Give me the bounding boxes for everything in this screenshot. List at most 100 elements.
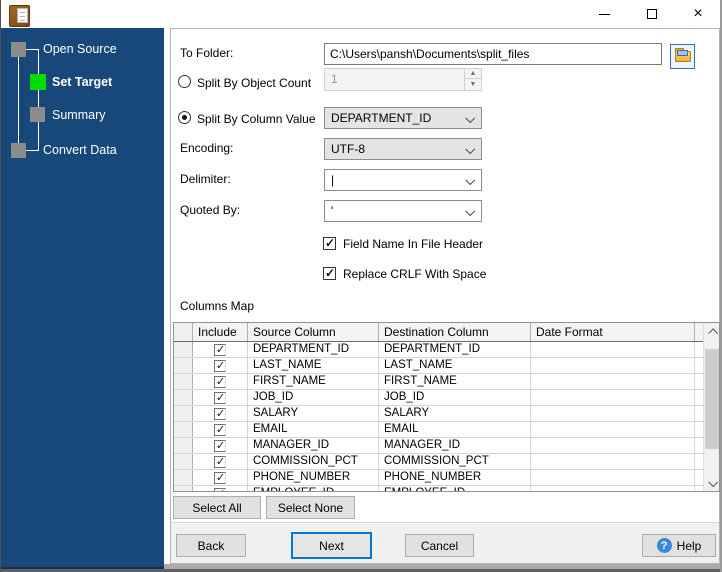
spinner-buttons[interactable]: ▲ ▼ — [464, 69, 481, 90]
include-checkbox[interactable] — [214, 487, 226, 491]
destination-column-cell[interactable]: FIRST_NAME — [379, 374, 531, 389]
destination-column-cell[interactable]: COMMISSION_PCT — [379, 454, 531, 469]
destination-column-cell[interactable]: PHONE_NUMBER — [379, 470, 531, 485]
row-header-cell[interactable] — [174, 374, 193, 389]
destination-column-cell[interactable]: DEPARTMENT_ID — [379, 342, 531, 357]
include-checkbox[interactable] — [214, 375, 226, 388]
row-header-cell[interactable] — [174, 406, 193, 421]
include-cell[interactable] — [193, 486, 248, 491]
destination-column-cell[interactable]: EMPLOYEE_ID — [379, 486, 531, 491]
replace-crlf-checkbox[interactable] — [323, 266, 336, 280]
table-row[interactable]: JOB_IDJOB_ID — [174, 390, 705, 406]
date-format-cell[interactable] — [531, 454, 695, 469]
source-column-cell[interactable]: EMPLOYEE_ID — [248, 486, 379, 491]
split-column-select[interactable]: DEPARTMENT_ID — [324, 107, 482, 129]
source-column-cell[interactable]: JOB_ID — [248, 390, 379, 405]
row-header-cell[interactable] — [174, 486, 193, 491]
table-scrollbar[interactable] — [703, 323, 719, 491]
include-checkbox[interactable] — [214, 423, 226, 436]
include-cell[interactable] — [193, 454, 248, 469]
column-header-destination[interactable]: Destination Column — [379, 323, 531, 341]
date-format-cell[interactable] — [531, 358, 695, 373]
source-column-cell[interactable]: PHONE_NUMBER — [248, 470, 379, 485]
table-row[interactable]: DEPARTMENT_IDDEPARTMENT_ID — [174, 342, 705, 358]
maximize-button[interactable] — [635, 0, 669, 28]
include-cell[interactable] — [193, 390, 248, 405]
source-column-cell[interactable]: LAST_NAME — [248, 358, 379, 373]
include-cell[interactable] — [193, 438, 248, 453]
row-header-cell[interactable] — [174, 470, 193, 485]
source-column-cell[interactable]: DEPARTMENT_ID — [248, 342, 379, 357]
date-format-cell[interactable] — [531, 470, 695, 485]
include-checkbox[interactable] — [214, 471, 226, 484]
object-count-spinner[interactable]: 1 ▲ ▼ — [324, 68, 482, 91]
date-format-cell[interactable] — [531, 438, 695, 453]
select-all-button[interactable]: Select All — [173, 496, 261, 519]
include-cell[interactable] — [193, 406, 248, 421]
table-row[interactable]: COMMISSION_PCTCOMMISSION_PCT — [174, 454, 705, 470]
date-format-cell[interactable] — [531, 486, 695, 491]
field-name-in-header-checkbox[interactable] — [323, 236, 336, 250]
source-column-cell[interactable]: COMMISSION_PCT — [248, 454, 379, 469]
row-header-cell[interactable] — [174, 454, 193, 469]
include-checkbox[interactable] — [214, 455, 226, 468]
include-checkbox[interactable] — [214, 439, 226, 452]
source-column-cell[interactable]: EMAIL — [248, 422, 379, 437]
column-header-date-format[interactable]: Date Format — [531, 323, 695, 341]
table-row[interactable]: LAST_NAMELAST_NAME — [174, 358, 705, 374]
row-header-cell[interactable] — [174, 358, 193, 373]
date-format-cell[interactable] — [531, 342, 695, 357]
column-header-source[interactable]: Source Column — [248, 323, 379, 341]
destination-column-cell[interactable]: LAST_NAME — [379, 358, 531, 373]
row-header-cell[interactable] — [174, 438, 193, 453]
back-button[interactable]: Back — [176, 534, 246, 557]
scrollbar-thumb[interactable] — [705, 349, 719, 449]
date-format-cell[interactable] — [531, 422, 695, 437]
include-cell[interactable] — [193, 342, 248, 357]
help-button[interactable]: ? Help — [642, 534, 716, 557]
table-row[interactable]: EMPLOYEE_IDEMPLOYEE_ID — [174, 486, 705, 491]
table-row[interactable]: EMAILEMAIL — [174, 422, 705, 438]
to-folder-input[interactable] — [324, 43, 662, 65]
date-format-cell[interactable] — [531, 374, 695, 389]
source-column-cell[interactable]: FIRST_NAME — [248, 374, 379, 389]
date-format-cell[interactable] — [531, 406, 695, 421]
include-checkbox[interactable] — [214, 391, 226, 404]
row-header-cell[interactable] — [174, 422, 193, 437]
cancel-button[interactable]: Cancel — [405, 534, 474, 557]
source-column-cell[interactable]: MANAGER_ID — [248, 438, 379, 453]
quoted-by-combobox[interactable]: ' — [324, 200, 482, 222]
include-checkbox[interactable] — [214, 343, 226, 356]
include-checkbox[interactable] — [214, 407, 226, 420]
split-by-column-value-radio[interactable] — [178, 111, 191, 124]
close-button[interactable]: × — [681, 0, 715, 28]
split-by-object-count-radio[interactable] — [178, 75, 191, 88]
spinner-down-icon[interactable]: ▼ — [465, 79, 481, 89]
scroll-down-icon[interactable] — [704, 474, 719, 491]
include-cell[interactable] — [193, 358, 248, 373]
next-button[interactable]: Next — [291, 532, 372, 559]
destination-column-cell[interactable]: EMAIL — [379, 422, 531, 437]
date-format-cell[interactable] — [531, 390, 695, 405]
table-row[interactable]: PHONE_NUMBERPHONE_NUMBER — [174, 470, 705, 486]
table-row[interactable]: MANAGER_IDMANAGER_ID — [174, 438, 705, 454]
table-row[interactable]: SALARYSALARY — [174, 406, 705, 422]
include-cell[interactable] — [193, 374, 248, 389]
row-header-cell[interactable] — [174, 390, 193, 405]
spinner-up-icon[interactable]: ▲ — [465, 69, 481, 79]
delimiter-combobox[interactable]: | — [324, 169, 482, 191]
browse-folder-button[interactable] — [670, 44, 695, 69]
include-checkbox[interactable] — [214, 359, 226, 372]
include-cell[interactable] — [193, 470, 248, 485]
minimize-button[interactable] — [587, 0, 621, 28]
select-none-button[interactable]: Select None — [266, 496, 355, 519]
scroll-up-icon[interactable] — [704, 323, 719, 340]
column-header-include[interactable]: Include — [193, 323, 248, 341]
table-row[interactable]: FIRST_NAMEFIRST_NAME — [174, 374, 705, 390]
encoding-select[interactable]: UTF-8 — [324, 138, 482, 160]
row-header-cell[interactable] — [174, 342, 193, 357]
destination-column-cell[interactable]: MANAGER_ID — [379, 438, 531, 453]
destination-column-cell[interactable]: SALARY — [379, 406, 531, 421]
destination-column-cell[interactable]: JOB_ID — [379, 390, 531, 405]
source-column-cell[interactable]: SALARY — [248, 406, 379, 421]
